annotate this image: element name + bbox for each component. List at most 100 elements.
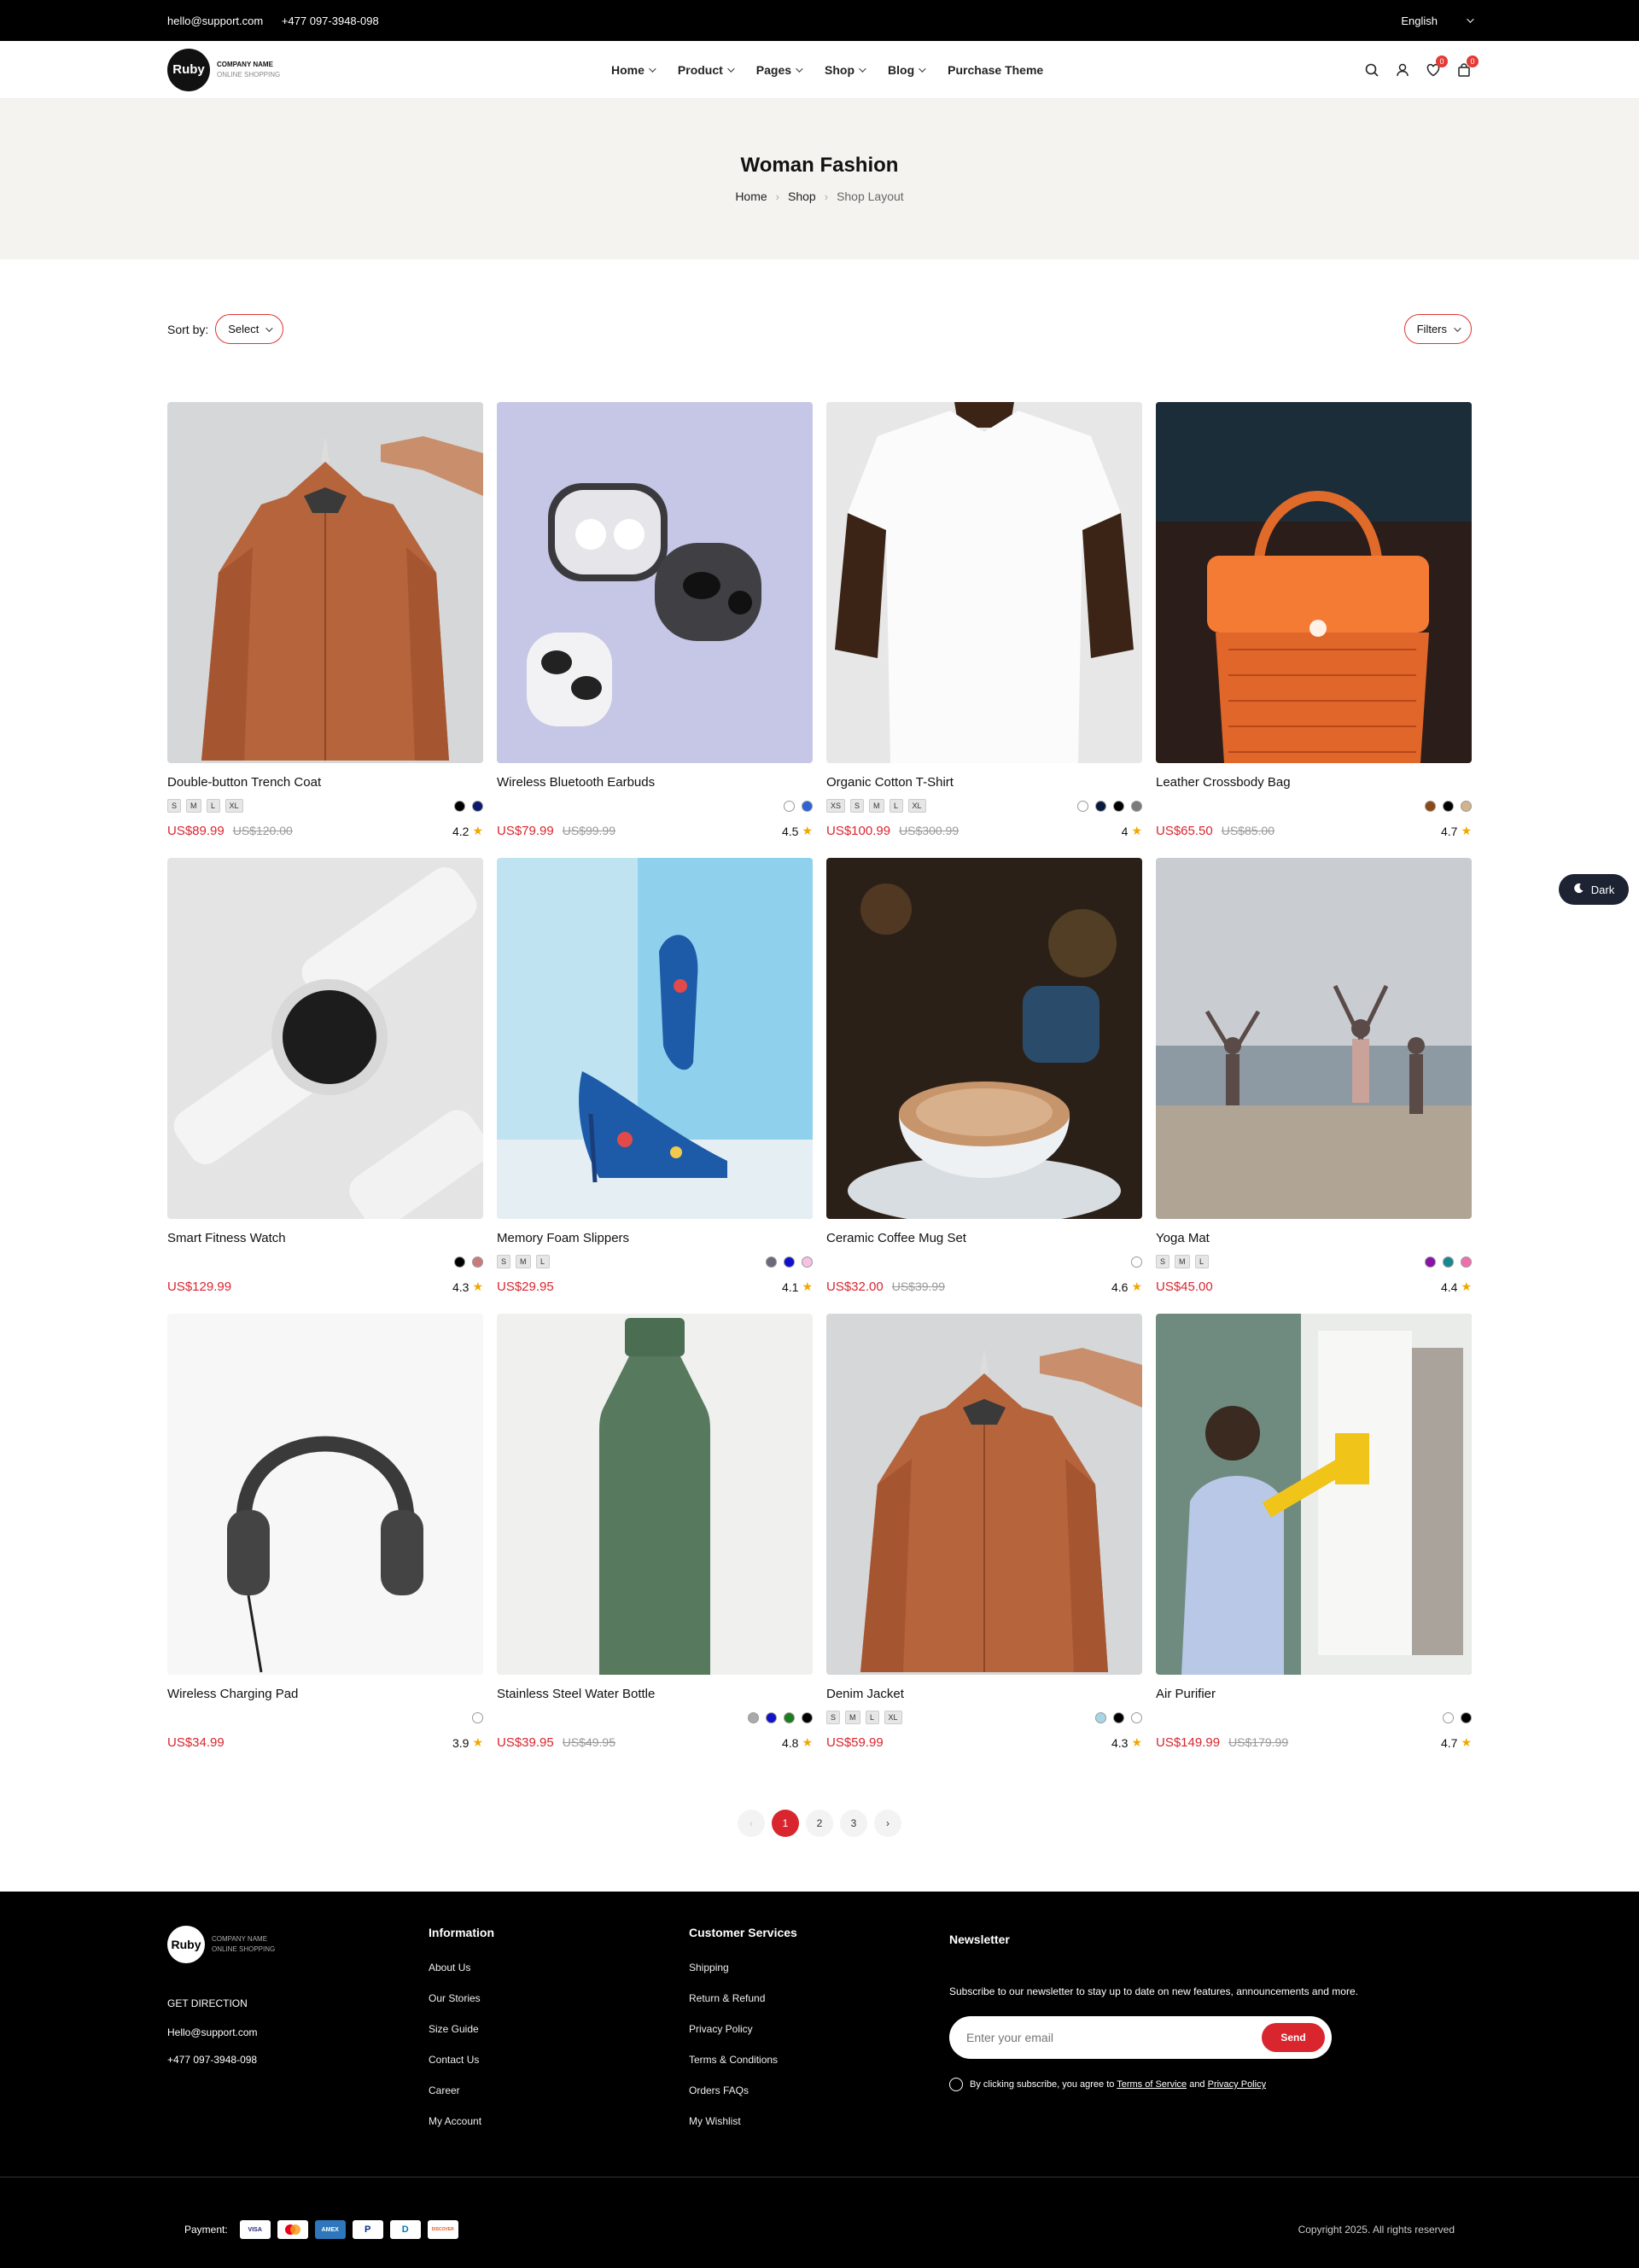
- product-card[interactable]: Ceramic Coffee Mug Set US$32.00 US$39.99 4.…: [826, 858, 1142, 1314]
- footer-link-my-account[interactable]: My Account: [429, 2115, 494, 2127]
- size-option[interactable]: S: [1156, 1255, 1170, 1268]
- heart-icon[interactable]: 0: [1426, 55, 1448, 78]
- color-swatch[interactable]: [1131, 1256, 1142, 1268]
- color-swatch[interactable]: [1425, 800, 1436, 812]
- size-option[interactable]: M: [516, 1255, 531, 1268]
- product-name[interactable]: Denim Jacket: [826, 1687, 1142, 1701]
- color-swatch[interactable]: [1443, 1256, 1454, 1268]
- color-swatch[interactable]: [472, 800, 483, 812]
- color-swatch[interactable]: [1131, 1711, 1142, 1723]
- size-option[interactable]: S: [497, 1255, 511, 1268]
- product-name[interactable]: Wireless Charging Pad: [167, 1687, 483, 1701]
- color-swatch[interactable]: [802, 800, 813, 812]
- color-swatch[interactable]: [766, 1711, 777, 1723]
- color-swatch[interactable]: [472, 1711, 483, 1723]
- footer-link-my-wishlist[interactable]: My Wishlist: [689, 2115, 797, 2127]
- top-phone[interactable]: +477 097-3948-098: [282, 15, 379, 27]
- product-image[interactable]: [826, 402, 1142, 763]
- size-option[interactable]: XL: [884, 1711, 902, 1724]
- cart-icon[interactable]: 0: [1456, 55, 1479, 78]
- product-card[interactable]: Denim Jacket S M L XL US$59.99 4.3 ★: [826, 1314, 1142, 1770]
- color-swatch[interactable]: [784, 1256, 795, 1268]
- product-name[interactable]: Stainless Steel Water Bottle: [497, 1687, 813, 1701]
- color-swatch[interactable]: [1131, 800, 1142, 812]
- footer-link-contact-us[interactable]: Contact Us: [429, 2054, 494, 2066]
- color-swatch[interactable]: [454, 1256, 465, 1268]
- product-name[interactable]: Double-button Trench Coat: [167, 775, 483, 790]
- size-option[interactable]: S: [167, 799, 182, 813]
- breadcrumb-home[interactable]: Home: [735, 189, 767, 203]
- product-image[interactable]: [497, 402, 813, 763]
- color-swatch[interactable]: [472, 1256, 483, 1268]
- product-name[interactable]: Wireless Bluetooth Earbuds: [497, 775, 813, 790]
- product-card[interactable]: Wireless Charging Pad US$34.99 3.9 ★: [167, 1314, 483, 1770]
- get-direction-link[interactable]: GET DIRECTION: [167, 1997, 275, 2009]
- size-option[interactable]: XS: [826, 799, 846, 813]
- product-image[interactable]: [1156, 1314, 1472, 1675]
- next-page-button[interactable]: ›: [874, 1810, 901, 1837]
- logo[interactable]: Ruby COMPANY NAME ONLINE SHOPPING: [167, 48, 280, 91]
- product-name[interactable]: Air Purifier: [1156, 1687, 1472, 1701]
- user-icon[interactable]: [1395, 62, 1410, 78]
- footer-phone[interactable]: +477 097-3948-098: [167, 2054, 275, 2066]
- product-image[interactable]: [167, 402, 483, 763]
- sort-select[interactable]: Select: [215, 314, 284, 344]
- product-card[interactable]: Leather Crossbody Bag US$65.50 US$85.00 4.7…: [1156, 402, 1472, 858]
- color-swatch[interactable]: [1425, 1256, 1436, 1268]
- color-swatch[interactable]: [766, 1256, 777, 1268]
- dark-mode-toggle[interactable]: Dark: [1559, 874, 1629, 905]
- language-selector[interactable]: English: [1401, 15, 1474, 27]
- color-swatch[interactable]: [748, 1711, 759, 1723]
- size-option[interactable]: M: [186, 799, 201, 813]
- footer-link-about-us[interactable]: About Us: [429, 1962, 494, 1974]
- size-option[interactable]: M: [845, 1711, 860, 1724]
- size-option[interactable]: S: [826, 1711, 841, 1724]
- color-swatch[interactable]: [784, 1711, 795, 1723]
- size-option[interactable]: L: [535, 1255, 550, 1268]
- nav-pages[interactable]: Pages: [756, 63, 803, 77]
- color-swatch[interactable]: [1113, 800, 1124, 812]
- product-card[interactable]: Smart Fitness Watch US$129.99 4.3 ★: [167, 858, 483, 1314]
- size-option[interactable]: L: [865, 1711, 879, 1724]
- page-2-button[interactable]: 2: [806, 1810, 833, 1837]
- product-card[interactable]: Wireless Bluetooth Earbuds US$79.99 US$99.…: [497, 402, 813, 858]
- footer-link-shipping[interactable]: Shipping: [689, 1962, 797, 1974]
- product-card[interactable]: Stainless Steel Water Bottle US$39.95 US$4…: [497, 1314, 813, 1770]
- footer-link-career[interactable]: Career: [429, 2084, 494, 2096]
- nav-home[interactable]: Home: [611, 63, 656, 77]
- size-option[interactable]: L: [1194, 1255, 1209, 1268]
- color-swatch[interactable]: [1095, 1711, 1106, 1723]
- nav-product[interactable]: Product: [678, 63, 735, 77]
- product-image[interactable]: [826, 1314, 1142, 1675]
- product-card[interactable]: Memory Foam Slippers S M L US$29.95 4.1 ★: [497, 858, 813, 1314]
- size-option[interactable]: S: [850, 799, 865, 813]
- product-image[interactable]: [497, 858, 813, 1219]
- footer-logo[interactable]: Ruby COMPANY NAME ONLINE SHOPPING: [167, 1926, 275, 1963]
- footer-link-our-stories[interactable]: Our Stories: [429, 1992, 494, 2004]
- product-image[interactable]: [497, 1314, 813, 1675]
- page-3-button[interactable]: 3: [840, 1810, 867, 1837]
- nav-blog[interactable]: Blog: [888, 63, 926, 77]
- size-option[interactable]: XL: [907, 799, 926, 813]
- prev-page-button[interactable]: ‹: [738, 1810, 765, 1837]
- terms-link[interactable]: Terms of Service: [1117, 2079, 1187, 2090]
- product-card[interactable]: Double-button Trench Coat S M L XL US$89.99 US…: [167, 402, 483, 858]
- product-name[interactable]: Ceramic Coffee Mug Set: [826, 1231, 1142, 1245]
- color-swatch[interactable]: [1077, 800, 1088, 812]
- product-card[interactable]: Organic Cotton T-Shirt XS S M L XL US$100.99 US…: [826, 402, 1142, 858]
- product-image[interactable]: [1156, 402, 1472, 763]
- color-swatch[interactable]: [1461, 800, 1472, 812]
- consent-checkbox[interactable]: [949, 2078, 963, 2091]
- color-swatch[interactable]: [1461, 1256, 1472, 1268]
- product-name[interactable]: Memory Foam Slippers: [497, 1231, 813, 1245]
- footer-link-return-refund[interactable]: Return & Refund: [689, 1992, 797, 2004]
- page-1-button[interactable]: 1: [772, 1810, 799, 1837]
- size-option[interactable]: L: [889, 799, 903, 813]
- newsletter-email-input[interactable]: [966, 2031, 1239, 2044]
- footer-link-terms[interactable]: Terms & Conditions: [689, 2054, 797, 2066]
- color-swatch[interactable]: [802, 1256, 813, 1268]
- product-image[interactable]: [167, 1314, 483, 1675]
- privacy-link[interactable]: Privacy Policy: [1208, 2079, 1266, 2090]
- product-name[interactable]: Yoga Mat: [1156, 1231, 1472, 1245]
- color-swatch[interactable]: [784, 800, 795, 812]
